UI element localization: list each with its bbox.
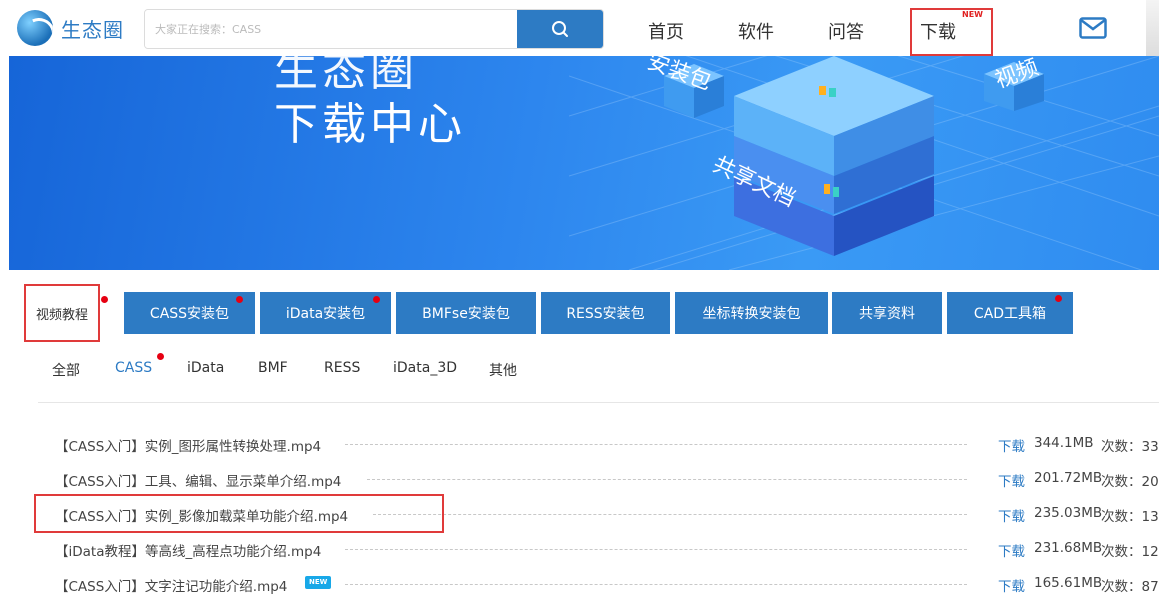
leader-dots <box>373 514 967 515</box>
filter-idata[interactable]: iData <box>187 360 224 376</box>
tab-label: CASS安装包 <box>149 306 230 322</box>
tab-dot <box>236 296 243 303</box>
tab-dot <box>373 296 380 303</box>
tab-dot <box>101 296 108 303</box>
new-badge: NEW <box>305 576 332 589</box>
leader-dots <box>345 444 967 445</box>
top-header: 生态圈 首页 软件 问答 下载 NEW <box>0 0 1159 56</box>
download-count: 次数：13 <box>1101 509 1159 525</box>
filter-bmf[interactable]: BMF <box>258 360 288 376</box>
list-divider <box>38 402 1159 403</box>
tab-label: 共享资料 <box>859 306 915 322</box>
filter-other[interactable]: 其他 <box>489 360 517 380</box>
tab-idata-package[interactable]: iData安装包 <box>260 292 391 334</box>
tab-dot <box>1055 295 1062 302</box>
nav-home[interactable]: 首页 <box>648 18 684 44</box>
download-link[interactable]: 下载 <box>998 470 1025 490</box>
file-size: 201.72MB <box>1034 470 1103 486</box>
download-link[interactable]: 下载 <box>998 540 1025 560</box>
tab-video-tutorial[interactable]: 视频教程 <box>24 284 100 342</box>
file-size: 344.1MB <box>1034 435 1094 451</box>
download-link[interactable]: 下载 <box>998 575 1025 595</box>
search-input[interactable] <box>145 10 517 48</box>
file-name[interactable]: 【CASS入门】工具、编辑、显示菜单介绍.mp4 <box>55 470 341 490</box>
filter-all[interactable]: 全部 <box>52 360 80 380</box>
tab-coordinate-package[interactable]: 坐标转换安装包 <box>675 292 828 334</box>
file-name[interactable]: 【CASS入门】实例_图形属性转换处理.mp4 <box>55 435 321 455</box>
site-logo[interactable]: 生态圈 <box>17 10 124 46</box>
nav-software[interactable]: 软件 <box>738 18 774 44</box>
file-row: 【iData教程】等高线_高程点功能介绍.mp4 下载 231.68MB 次数：… <box>55 540 1159 560</box>
file-size: 231.68MB <box>1034 540 1103 556</box>
mail-icon[interactable] <box>1079 17 1107 39</box>
download-link[interactable]: 下载 <box>998 435 1025 455</box>
tab-label: 坐标转换安装包 <box>702 306 801 322</box>
leader-dots <box>345 584 967 585</box>
file-row: 【CASS入门】工具、编辑、显示菜单介绍.mp4 下载 201.72MB 次数：… <box>55 470 1159 490</box>
search-icon <box>552 21 568 37</box>
highlight-box-download <box>910 8 993 56</box>
download-count: 次数：33 <box>1101 439 1159 455</box>
filter-ress[interactable]: RESS <box>324 360 360 376</box>
leader-dots <box>367 479 967 480</box>
search-bar <box>144 9 604 49</box>
filter-idata-3d[interactable]: iData_3D <box>393 360 457 376</box>
download-count: 次数：20 <box>1101 474 1159 490</box>
nav-qa[interactable]: 问答 <box>828 18 864 44</box>
search-button[interactable] <box>517 10 603 48</box>
tab-label: iData安装包 <box>285 306 366 322</box>
tab-ress-package[interactable]: RESS安装包 <box>541 292 670 334</box>
leader-dots <box>345 549 967 550</box>
tab-bmfse-package[interactable]: BMFse安装包 <box>396 292 536 334</box>
tab-label: 视频教程 <box>35 307 88 323</box>
hero-banner: 生态圈 下载中心 安装包 共享文档 视频 <box>9 56 1159 270</box>
logo-icon <box>17 10 53 46</box>
download-link[interactable]: 下载 <box>998 505 1025 525</box>
tab-label: RESS安装包 <box>566 306 645 322</box>
logo-text: 生态圈 <box>61 17 124 42</box>
highlight-box-file <box>34 494 444 533</box>
file-name[interactable]: 【iData教程】等高线_高程点功能介绍.mp4 <box>55 540 321 560</box>
tab-label: BMFse安装包 <box>422 306 510 322</box>
tab-shared-materials[interactable]: 共享资料 <box>832 292 942 334</box>
file-row: 【CASS入门】实例_图形属性转换处理.mp4 下载 344.1MB 次数：33 <box>55 435 1159 455</box>
file-name[interactable]: 【CASS入门】文字注记功能介绍.mp4 <box>55 575 287 595</box>
download-count: 次数：87 <box>1101 579 1159 595</box>
file-row: 【CASS入门】文字注记功能介绍.mp4 NEW 下载 165.61MB 次数：… <box>55 575 1159 595</box>
download-count: 次数：12 <box>1101 544 1159 560</box>
filter-dot <box>157 353 164 360</box>
banner-title: 下载中心 <box>274 99 466 150</box>
tab-label: CAD工具箱 <box>973 306 1047 322</box>
filter-cass[interactable]: CASS <box>115 360 152 376</box>
scrollbar-edge[interactable] <box>1146 0 1159 56</box>
file-size: 165.61MB <box>1034 575 1103 591</box>
file-size: 235.03MB <box>1034 505 1103 521</box>
